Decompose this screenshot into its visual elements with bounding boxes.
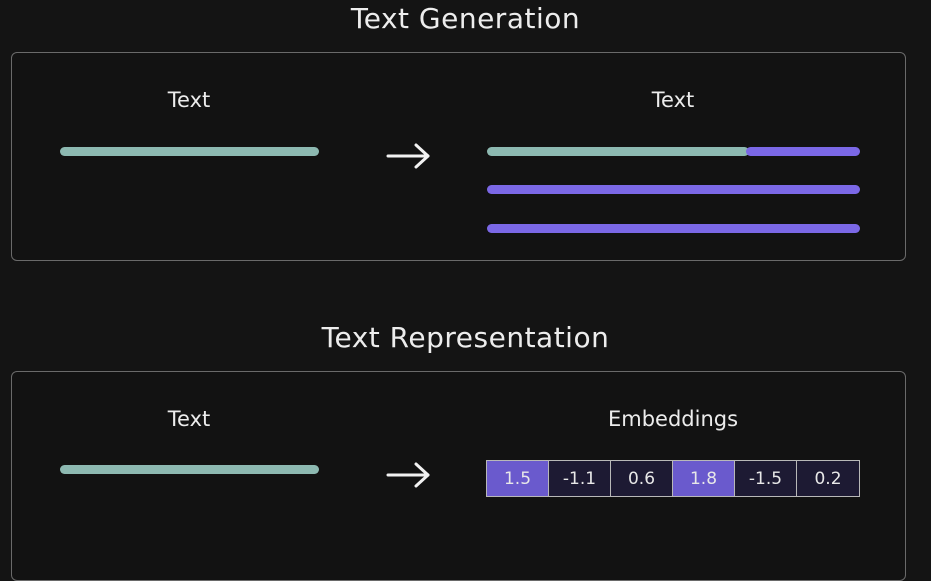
embedding-cell: -1.5: [735, 461, 797, 496]
embedding-vector: 1.5 -1.1 0.6 1.8 -1.5 0.2: [486, 460, 860, 497]
input-text-bar: [60, 147, 319, 156]
embedding-cell: 0.2: [797, 461, 859, 496]
embedding-cell: 0.6: [611, 461, 673, 496]
generated-text-bar: [487, 185, 860, 194]
right-arrow-icon: [386, 143, 430, 169]
generation-output-label: Text: [651, 88, 695, 112]
embedding-cell: 1.8: [673, 461, 735, 496]
embeddings-label: Embeddings: [607, 407, 739, 431]
right-arrow-icon: [386, 462, 430, 488]
section-title-text-representation: Text Representation: [321, 321, 610, 354]
section-title-text-generation: Text Generation: [350, 2, 581, 35]
input-text-bar: [60, 465, 319, 474]
generated-text-bar: [746, 147, 860, 156]
generation-input-label: Text: [167, 88, 211, 112]
generated-text-bar: [487, 224, 860, 233]
representation-input-label: Text: [167, 407, 211, 431]
embedding-cell: 1.5: [487, 461, 549, 496]
embedding-cell: -1.1: [549, 461, 611, 496]
prompt-text-bar: [487, 147, 749, 156]
